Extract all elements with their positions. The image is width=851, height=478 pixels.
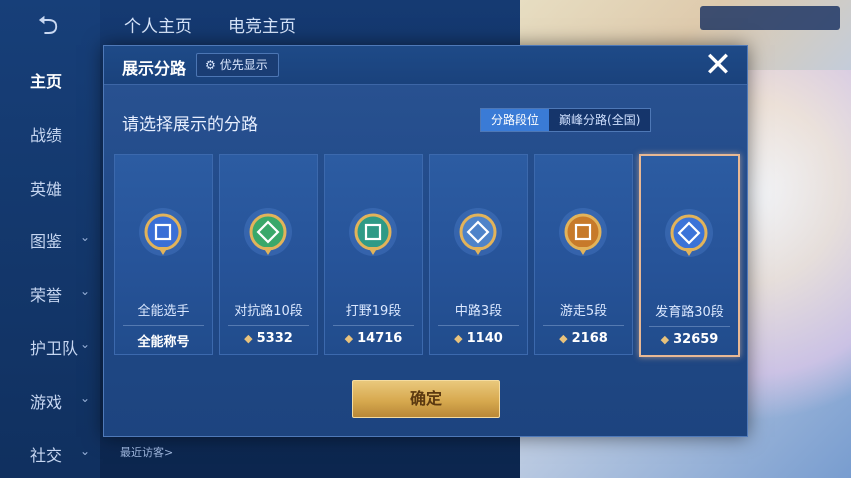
nav-item-label: 主页 (30, 72, 63, 91)
lane-card-score-value: 1140 (466, 331, 503, 346)
lane-badge-icon (665, 209, 713, 257)
lane-select-prompt: 请选择展示的分路 (122, 115, 258, 135)
tab-peak-lane-national[interactable]: 巅峰分路(全国) (549, 109, 651, 131)
nav-item[interactable]: 荣誉 ⌄ (0, 272, 100, 312)
nav-item[interactable]: 社交 ⌄ (0, 432, 100, 472)
lane-card-score-value: 2168 (571, 331, 608, 346)
lane-badge-icon (454, 208, 502, 256)
lane-card[interactable]: 打野19段 ◆ 14716 (324, 154, 423, 355)
lane-card-score: ◆ 14716 (325, 331, 422, 346)
lane-card-score-value: 14716 (357, 331, 403, 346)
peak-score-icon: ◆ (660, 333, 670, 346)
lane-display-dialog: 展示分路 ⚙ 优先显示 请选择展示的分路 分路段位 巅峰分路(全国) 全能选手全… (103, 45, 748, 437)
lane-badge-icon (559, 208, 607, 256)
lane-card[interactable]: 中路3段 ◆ 1140 (429, 154, 528, 355)
chevron-down-icon: ⌄ (80, 284, 91, 298)
peak-score-icon: ◆ (559, 332, 568, 345)
peak-score-icon: ◆ (454, 332, 463, 345)
lane-card-label: 全能选手 (137, 304, 190, 319)
nav-item[interactable]: 护卫队 ⌄ (0, 325, 100, 365)
lane-card-score: ◆ 5332 (220, 331, 317, 346)
lane-card[interactable]: 游走5段 ◆ 2168 (534, 154, 633, 355)
lane-card[interactable]: 对抗路10段 ◆ 5332 (219, 154, 318, 355)
card-divider (543, 325, 624, 326)
nav-item[interactable]: 英雄 (0, 166, 100, 206)
card-divider (333, 325, 414, 326)
close-icon[interactable]: ✕ (696, 48, 740, 84)
nav-item[interactable]: 战绩 (0, 112, 100, 152)
lane-card-score: ◆ 2168 (535, 331, 632, 346)
confirm-button[interactable]: 确定 (352, 380, 500, 418)
dialog-header: 展示分路 ⚙ 优先显示 (104, 46, 747, 85)
back-arrow-icon[interactable]: ⮌ (22, 12, 74, 40)
peak-score-icon: ◆ (244, 332, 253, 345)
lane-badge-icon (349, 208, 397, 256)
priority-display-label: 优先显示 (219, 58, 268, 72)
lane-card-label: 打野19段 (345, 304, 402, 319)
chevron-down-icon: ⌄ (80, 230, 91, 244)
left-navigation: ⮌ 主页 战绩 英雄 图鉴 ⌄ 荣誉 ⌄ 护卫队 ⌄ 游戏 ⌄ 社交 ⌄ (0, 0, 100, 478)
chevron-down-icon: ⌄ (80, 391, 91, 405)
lane-card[interactable]: 全能选手 全能称号 (114, 154, 213, 355)
card-divider (438, 325, 519, 326)
nav-item[interactable]: 游戏 ⌄ (0, 379, 100, 419)
dialog-title: 展示分路 (122, 59, 187, 78)
nav-item-label: 英雄 (30, 180, 63, 199)
lane-badge-icon (139, 208, 187, 256)
priority-display-button[interactable]: ⚙ 优先显示 (196, 53, 279, 77)
chevron-down-icon: ⌄ (80, 337, 91, 351)
nav-item[interactable]: 主页 (0, 58, 100, 98)
nav-item-label: 荣誉 (30, 286, 63, 305)
nav-item-label: 游戏 (30, 393, 63, 412)
lane-card-label: 发育路30段 (655, 305, 724, 320)
lane-card-score-value: 5332 (256, 331, 293, 346)
lane-card[interactable]: 发育路30段 ◆ 32659 (639, 154, 740, 357)
tab-lane-rank[interactable]: 分路段位 (481, 109, 550, 131)
card-divider (123, 325, 204, 326)
nav-item[interactable]: 图鉴 ⌄ (0, 218, 100, 258)
lane-card-score-value: 全能称号 (137, 335, 190, 350)
tab-personal-home[interactable]: 个人主页 (124, 12, 192, 37)
peak-score-icon: ◆ (344, 332, 354, 345)
lane-badge-icon (244, 208, 292, 256)
lane-card-score: ◆ 32659 (641, 332, 738, 347)
tab-esports-home[interactable]: 电竞主页 (228, 12, 296, 37)
gear-icon: ⚙ (205, 58, 216, 72)
card-divider (649, 326, 730, 327)
nav-item-label: 社交 (30, 446, 63, 465)
nav-item-label: 战绩 (30, 126, 63, 145)
recent-visitors-link[interactable]: 最近访客> (120, 444, 173, 460)
lane-card-score: ◆ 1140 (430, 331, 527, 346)
top-right-bar (700, 6, 840, 30)
lane-card-label: 游走5段 (559, 304, 608, 319)
lane-card-score-value: 32659 (673, 332, 719, 347)
nav-item-label: 护卫队 (30, 339, 79, 358)
nav-item-label: 图鉴 (30, 232, 63, 251)
chevron-down-icon: ⌄ (80, 444, 91, 458)
lane-type-toggle: 分路段位 巅峰分路(全国) (480, 108, 652, 132)
card-divider (228, 325, 309, 326)
lane-card-score: 全能称号 (115, 331, 212, 350)
lane-card-label: 中路3段 (454, 304, 503, 319)
lane-card-label: 对抗路10段 (234, 304, 303, 319)
